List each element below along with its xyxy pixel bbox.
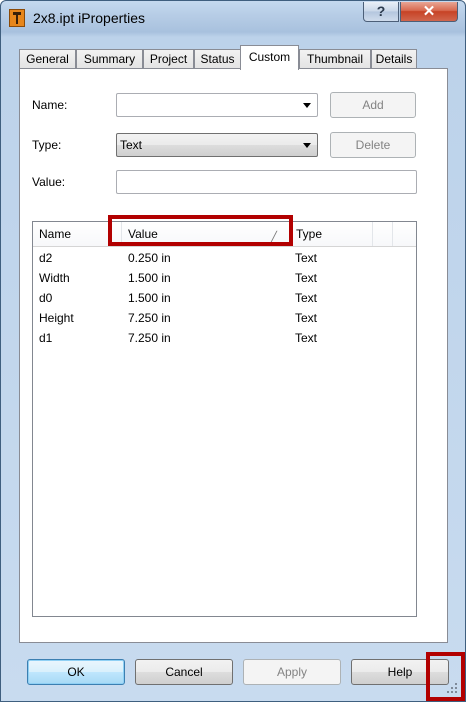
row-type: Text	[295, 331, 318, 345]
cancel-button[interactable]: Cancel	[135, 659, 233, 685]
type-label: Type:	[32, 138, 62, 152]
title-bar[interactable]: 2x8.ipt iProperties ? ✕	[1, 1, 465, 35]
row-value: 7.250 in	[128, 331, 171, 345]
column-header-value-label: Value	[128, 227, 158, 241]
value-label: Value:	[32, 175, 66, 189]
row-type: Text	[295, 291, 318, 305]
list-header: Name Value ╱ Type	[33, 222, 416, 247]
resize-grip-icon[interactable]	[443, 679, 459, 695]
ok-button[interactable]: OK	[27, 659, 125, 685]
type-dropdown-value: Text	[120, 138, 143, 152]
custom-properties-list[interactable]: Name Value ╱ Type d2 0.250 in Text Width…	[32, 221, 417, 617]
tab-custom[interactable]: Custom	[240, 45, 299, 70]
table-row[interactable]: Height 7.250 in Text	[33, 308, 416, 328]
custom-tab-panel: Name: Add Type: Text Delete Value: Name …	[19, 68, 448, 643]
row-value: 0.250 in	[128, 251, 171, 265]
tab-details[interactable]: Details	[371, 49, 417, 69]
table-row[interactable]: Width 1.500 in Text	[33, 268, 416, 288]
tab-project[interactable]: Project	[143, 49, 194, 69]
row-value: 7.250 in	[128, 311, 171, 325]
close-button[interactable]: ✕	[400, 2, 458, 22]
inventor-app-icon	[9, 9, 25, 27]
column-header-value[interactable]: Value ╱	[122, 222, 290, 246]
name-label: Name:	[32, 98, 68, 112]
column-header-type[interactable]: Type	[290, 222, 373, 246]
row-type: Text	[295, 251, 318, 265]
delete-button[interactable]: Delete	[330, 132, 416, 158]
type-dropdown[interactable]: Text	[116, 133, 318, 157]
chevron-down-icon	[303, 103, 311, 108]
value-input[interactable]	[116, 170, 417, 194]
column-header-filler	[373, 222, 393, 246]
table-row[interactable]: d1 7.250 in Text	[33, 328, 416, 348]
tab-status[interactable]: Status	[194, 49, 241, 69]
row-name: d2	[39, 251, 53, 265]
table-row[interactable]: d0 1.500 in Text	[33, 288, 416, 308]
row-name: Height	[39, 311, 74, 325]
help-button[interactable]: Help	[351, 659, 449, 685]
iproperties-dialog: 2x8.ipt iProperties ? ✕ General Summary …	[0, 0, 466, 702]
tab-general[interactable]: General	[19, 49, 76, 69]
row-type: Text	[295, 311, 318, 325]
window-title: 2x8.ipt iProperties	[33, 10, 146, 26]
chevron-down-icon	[303, 143, 311, 148]
tab-summary[interactable]: Summary	[76, 49, 143, 69]
row-value: 1.500 in	[128, 291, 171, 305]
row-type: Text	[295, 271, 318, 285]
row-name: d0	[39, 291, 53, 305]
name-combobox[interactable]	[116, 93, 318, 117]
row-name: Width	[39, 271, 70, 285]
sort-indicator-icon: ╱	[270, 232, 277, 244]
add-button[interactable]: Add	[330, 92, 416, 118]
row-name: d1	[39, 331, 53, 345]
help-caption-button[interactable]: ?	[363, 2, 399, 22]
apply-button[interactable]: Apply	[243, 659, 341, 685]
tab-thumbnail[interactable]: Thumbnail	[299, 49, 371, 69]
column-header-name[interactable]: Name	[33, 222, 122, 246]
table-row[interactable]: d2 0.250 in Text	[33, 248, 416, 268]
row-value: 1.500 in	[128, 271, 171, 285]
